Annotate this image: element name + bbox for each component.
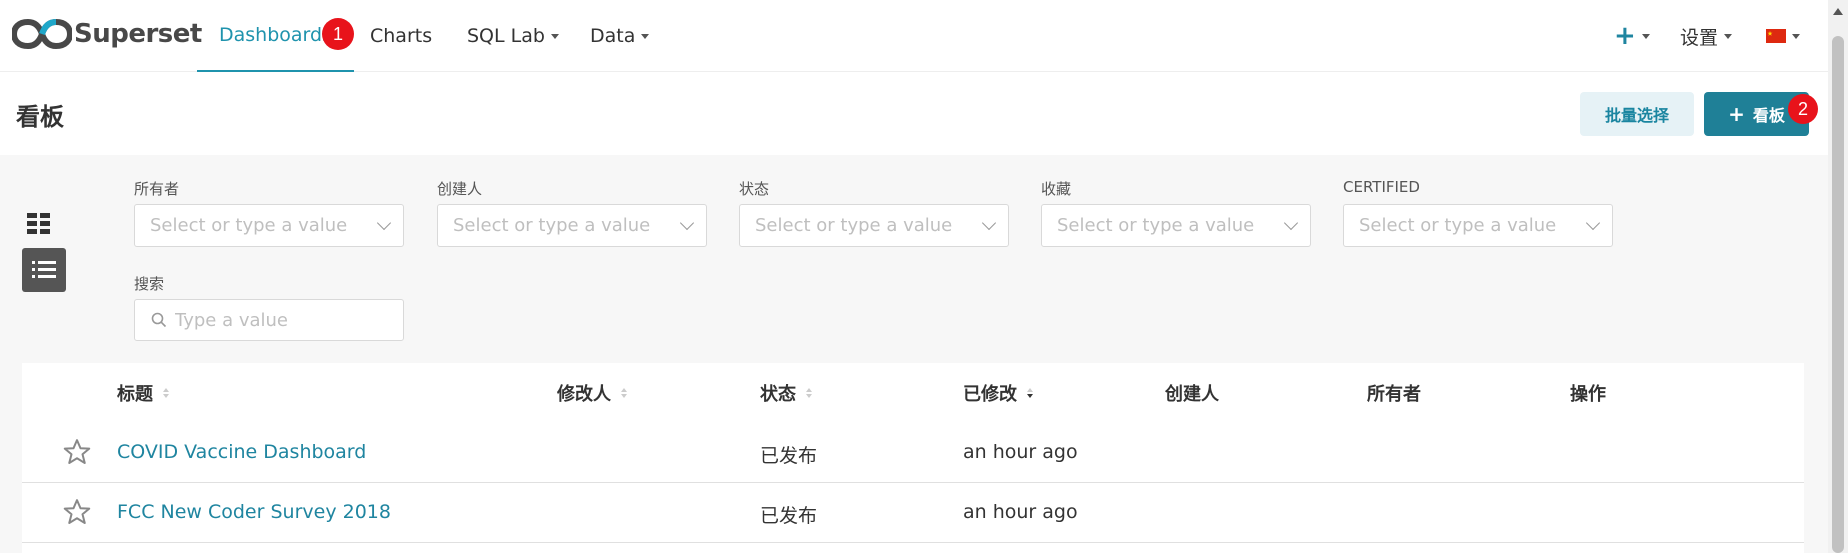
search-icon [151,312,167,328]
china-flag-icon [1766,29,1786,43]
star-icon[interactable] [62,437,92,467]
nav-add-new[interactable]: + [1614,0,1650,72]
filter-favorite-label: 收藏 [1041,180,1072,198]
search-field[interactable] [134,299,404,341]
column-actions-label: 操作 [1570,384,1606,405]
list-view-toggle[interactable] [22,248,66,292]
filter-status-label: 状态 [739,180,770,198]
grid-icon [27,213,50,234]
caret-down-icon [1792,33,1800,39]
dashboards-table: 标题 修改人 状态 已修改 创建人 所有者 操作 COVID Vaccine D… [22,363,1804,553]
chevron-down-icon [679,215,695,231]
column-header-actions: 操作 [1570,380,1606,406]
nav-data[interactable]: Data [590,0,650,72]
nav-charts-label: Charts [370,25,433,47]
nav-language[interactable] [1766,0,1800,72]
column-modified-label: 已修改 [963,384,1017,405]
chevron-down-icon [981,215,997,231]
filter-status-placeholder: Select or type a value [755,215,953,236]
modified-cell: an hour ago [963,441,1078,463]
filter-certified-select[interactable]: Select or type a value [1343,204,1613,247]
sort-icon [163,388,169,398]
filter-creator-label: 创建人 [437,180,483,198]
page-header: 看板 批量选择 + 看板 2 [0,72,1828,155]
dashboard-title-link[interactable]: COVID Vaccine Dashboard [117,441,366,463]
scroll-up-arrow-icon[interactable] [1833,8,1843,15]
superset-logo-icon [12,18,72,50]
superset-logo[interactable]: Superset [12,14,202,54]
filter-owner-placeholder: Select or type a value [150,215,348,236]
caret-down-icon [1724,33,1733,39]
filter-owner-label: 所有者 [134,180,180,198]
nav-charts[interactable]: Charts [370,0,432,72]
column-modified-by-label: 修改人 [557,384,611,405]
chevron-down-icon [1283,215,1299,231]
chevron-down-icon [376,215,392,231]
sort-desc-icon [1027,388,1033,398]
nav-data-label: Data [590,25,636,47]
filter-creator-select[interactable]: Select or type a value [437,204,707,247]
nav-settings[interactable]: 设置 [1680,0,1733,72]
filter-favorite-select[interactable]: Select or type a value [1041,204,1311,247]
caret-down-icon [1641,33,1650,39]
filter-certified-placeholder: Select or type a value [1359,215,1557,236]
plus-icon: + [1728,102,1745,126]
page-scrollbar[interactable] [1828,0,1848,553]
nav-sql-lab-label: SQL Lab [467,25,545,47]
plus-icon: + [1614,21,1636,51]
filter-favorite-placeholder: Select or type a value [1057,215,1255,236]
annotation-badge-2: 2 [1788,94,1818,124]
column-header-title[interactable]: 标题 [117,380,169,406]
modified-cell: an hour ago [963,501,1078,523]
top-navbar: Superset Dashboards 1 Charts SQL Lab Dat… [0,0,1828,72]
column-created-by-label: 创建人 [1165,384,1219,405]
chevron-down-icon [1585,215,1601,231]
column-title-label: 标题 [117,384,153,405]
nav-settings-label: 设置 [1680,26,1719,49]
add-dashboard-label: 看板 [1752,106,1785,125]
filter-search-label: 搜索 [134,275,165,293]
caret-down-icon [550,33,559,39]
card-view-toggle[interactable] [25,211,61,241]
column-header-owners: 所有者 [1367,380,1421,406]
status-cell: 已发布 [760,505,818,527]
bulk-select-button[interactable]: 批量选择 [1580,92,1694,136]
sort-icon [806,388,812,398]
table-row[interactable]: COVID Vaccine Dashboard 已发布 an hour ago [22,423,1804,483]
column-owners-label: 所有者 [1367,384,1421,405]
filter-status-select[interactable]: Select or type a value [739,204,1009,247]
star-icon[interactable] [62,497,92,527]
filter-owner-select[interactable]: Select or type a value [134,204,404,247]
filter-creator-placeholder: Select or type a value [453,215,651,236]
page-title: 看板 [16,103,64,131]
column-status-label: 状态 [760,384,796,405]
column-header-modified[interactable]: 已修改 [963,380,1033,406]
column-header-status[interactable]: 状态 [760,380,812,406]
nav-sql-lab[interactable]: SQL Lab [467,0,559,72]
column-header-created-by: 创建人 [1165,380,1219,406]
status-cell: 已发布 [760,445,818,467]
scrollbar-thumb[interactable] [1832,36,1844,553]
caret-down-icon [641,33,650,39]
dashboard-title-link[interactable]: FCC New Coder Survey 2018 [117,501,391,523]
brand-name: Superset [74,19,202,49]
filter-certified-label: CERTIFIED [1343,178,1420,196]
search-input[interactable] [175,309,395,331]
annotation-badge-1: 1 [322,18,354,50]
nav-dashboards-label: Dashboards [219,24,332,46]
table-row[interactable]: FCC New Coder Survey 2018 已发布 an hour ag… [22,483,1804,543]
list-icon [32,261,56,278]
sort-icon [621,388,627,398]
column-header-modified-by[interactable]: 修改人 [557,380,627,406]
